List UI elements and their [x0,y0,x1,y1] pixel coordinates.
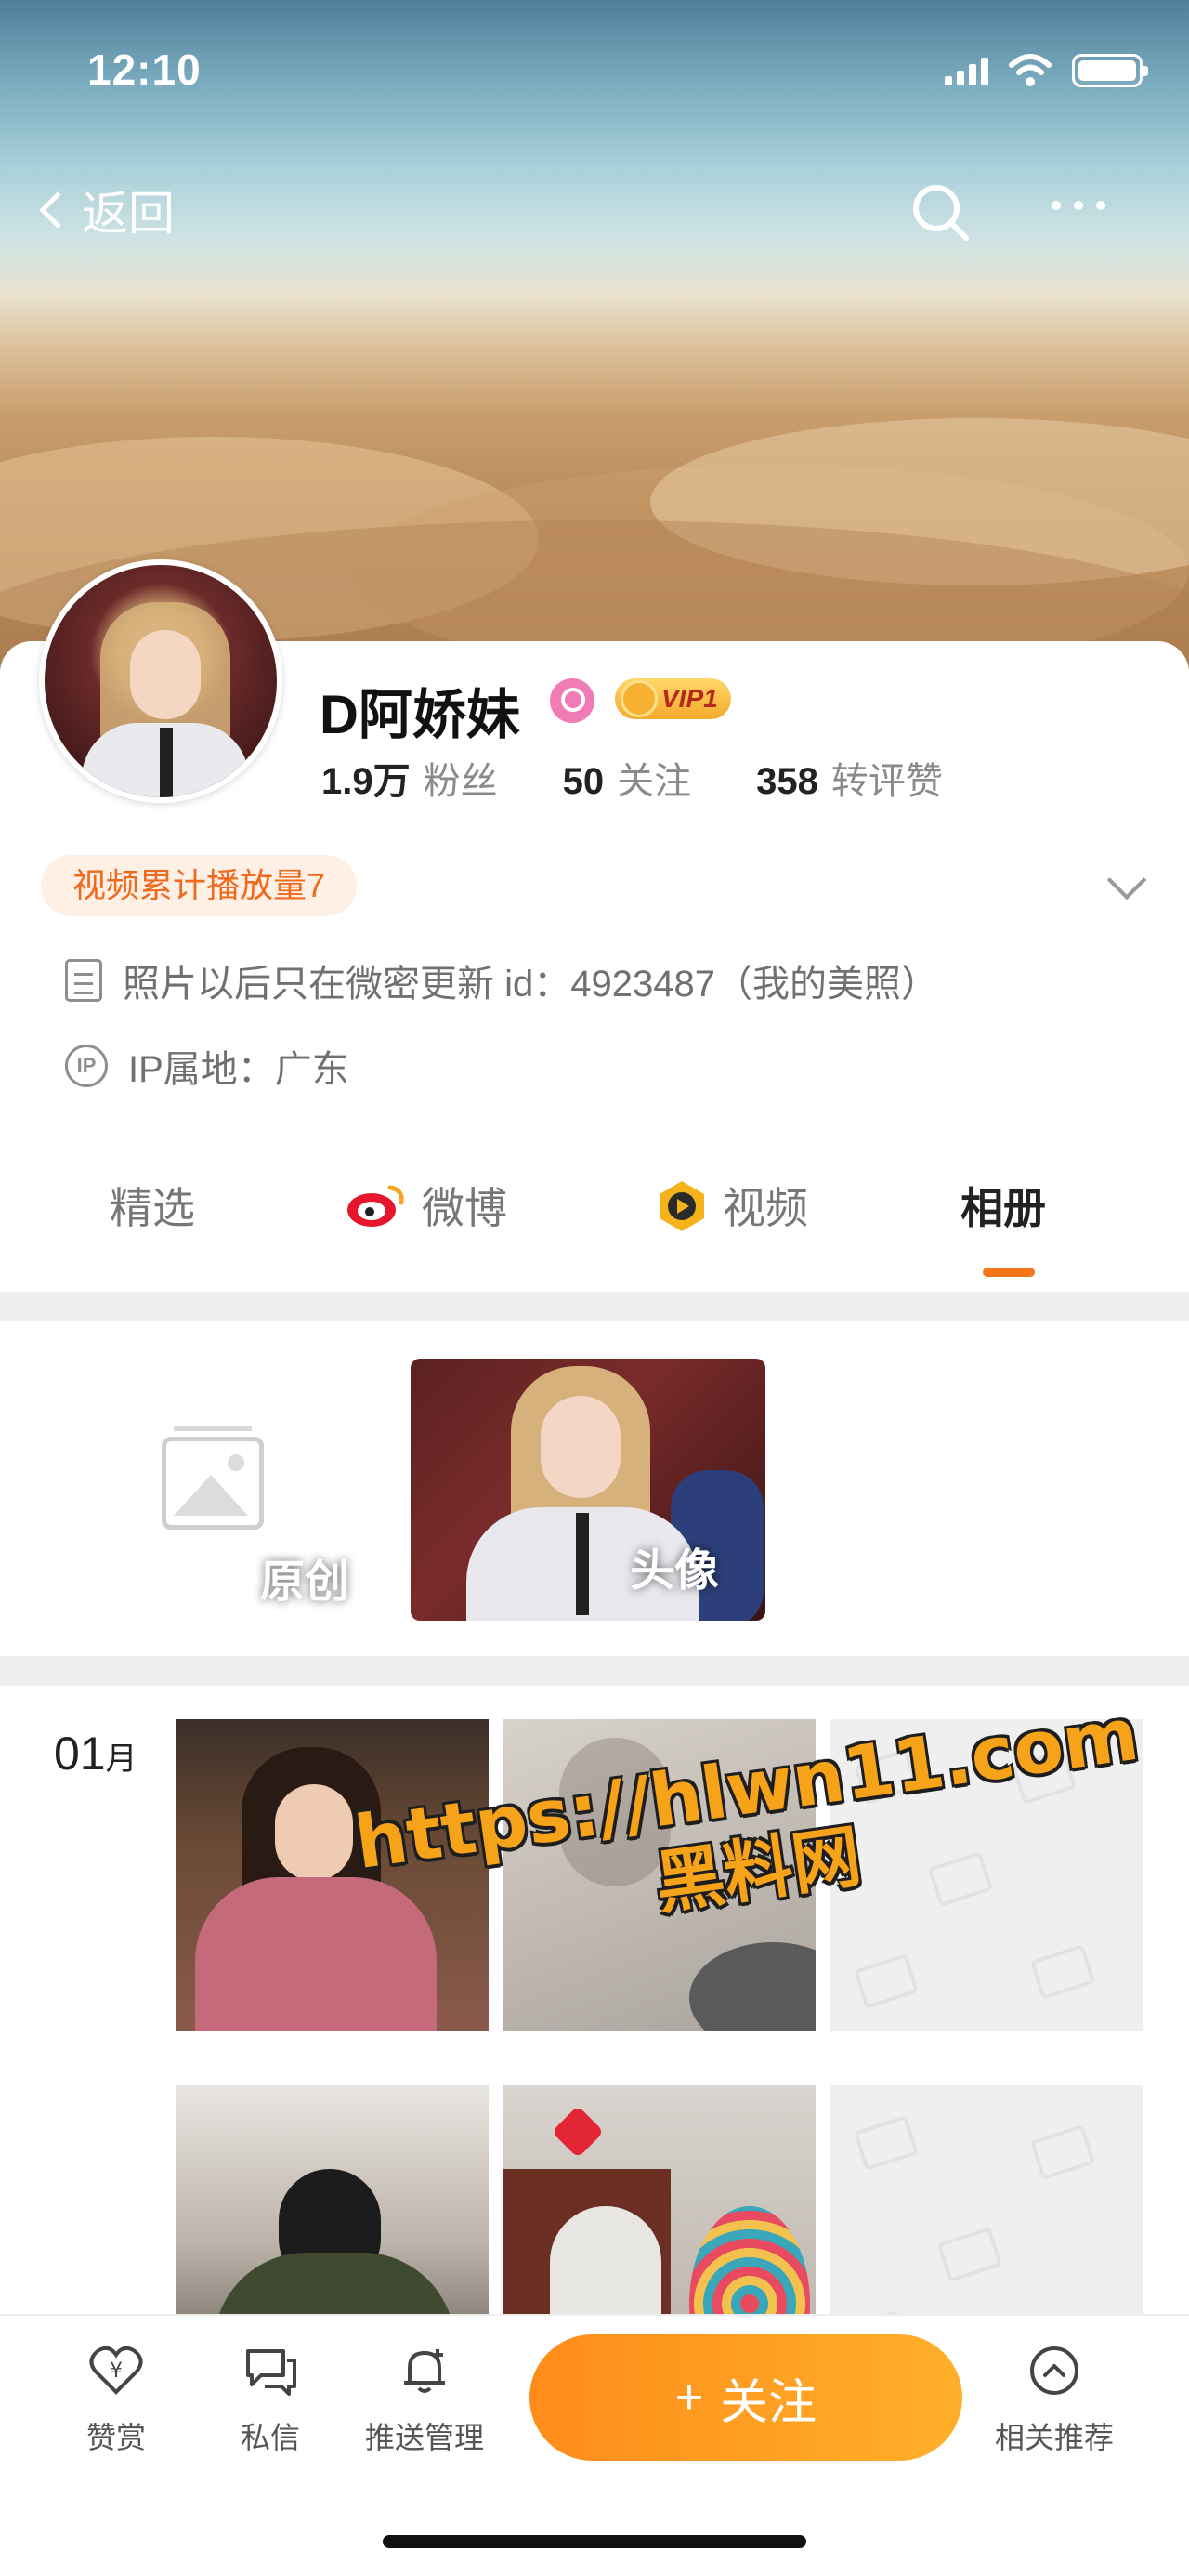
back-label: 返回 [82,188,175,240]
stat-label: 粉丝 [423,761,498,802]
follow-button[interactable]: + 关注 [529,2334,962,2461]
album-label: 头像 [630,1546,720,1596]
tab-label: 精选 [110,1184,195,1232]
crown-icon [621,680,658,717]
tab-video[interactable]: 视频 [654,1175,808,1236]
photo-thumbnail[interactable] [176,1719,489,2031]
month-label: 01月 [54,1727,137,1781]
svg-text:¥: ¥ [110,2359,123,2383]
reward-button[interactable]: ¥ 赞赏 [46,2344,186,2457]
album-row: 原创 头像 [0,1321,1189,1656]
username: D阿娇妹 [320,685,520,745]
stat-value: 358 [756,761,818,802]
status-bar: 12:10 [0,0,1189,139]
stat-value: 50 [562,761,605,802]
tab-featured[interactable]: 精选 [110,1175,195,1236]
status-icons [945,54,1148,87]
weibo-icon [347,1185,404,1227]
more-options-icon[interactable] [1052,201,1105,210]
message-button[interactable]: 私信 [201,2344,340,2457]
stat-label: 关注 [617,761,692,802]
chevron-up-circle-icon [1030,2346,1078,2395]
battery-icon [1072,54,1148,87]
stat-following[interactable]: 50 关注 [563,751,692,805]
video-play-count-badge[interactable]: 视频累计播放量7 [41,855,358,916]
vip-label: VIP1 [661,684,718,713]
bottom-item-label: 相关推荐 [994,2421,1114,2454]
bio-text: 照片以后只在微密更新 id：4923487（我的美照） [123,964,938,1005]
ip-text: IP属地：广东 [128,1049,349,1090]
stat-value: 1.9万 [321,761,411,802]
profile-tabs: 精选 微博 视频 相册 [0,1143,1189,1282]
section-divider [0,1292,1189,1321]
bio-row: 照片以后只在微密更新 id：4923487（我的美照） [65,953,938,1007]
related-recommend-button[interactable]: 相关推荐 [985,2344,1124,2457]
tab-label: 相册 [960,1184,1046,1232]
avatar[interactable] [39,559,282,803]
bottom-item-label: 私信 [240,2421,300,2454]
female-gender-icon [550,678,594,723]
month-suffix: 月 [105,1741,137,1777]
photo-placeholder[interactable] [830,1719,1143,2031]
top-nav: 返回 [0,158,1189,260]
active-tab-indicator [983,1268,1035,1277]
profile-stats: 1.9万 粉丝 50 关注 358 转评赞 [321,751,1008,805]
status-time: 12:10 [87,46,202,94]
plus-icon: + [674,2371,704,2425]
follow-label: 关注 [720,2375,817,2430]
bottom-item-label: 推送管理 [364,2421,484,2454]
tab-album[interactable]: 相册 [960,1175,1046,1236]
wifi-icon [1009,54,1052,86]
stat-label: 转评赞 [830,761,943,802]
album-avatar[interactable]: 头像 [411,1359,765,1621]
chat-icon [246,2349,296,2396]
tab-label: 微博 [422,1184,507,1232]
ip-row: IP IP属地：广东 [65,1039,349,1093]
chevron-left-icon [39,191,76,229]
album-original[interactable]: 原创 [139,1359,381,1621]
stat-interactions[interactable]: 358 转评赞 [756,751,943,805]
month-number: 01 [54,1728,106,1780]
search-icon[interactable] [908,180,973,245]
section-divider [0,1656,1189,1686]
document-icon [65,959,102,1002]
signal-icon [945,56,988,85]
vip-badge[interactable]: VIP1 [615,678,731,719]
album-label: 原创 [260,1557,350,1607]
stat-followers[interactable]: 1.9万 粉丝 [321,751,498,805]
video-play-icon [660,1181,704,1231]
tab-label: 视频 [723,1184,808,1232]
image-placeholder-icon [162,1426,264,1530]
bottom-item-label: 赞赏 [85,2421,146,2454]
push-settings-button[interactable]: 推送管理 [355,2344,494,2457]
home-indicator[interactable] [383,2535,806,2548]
heart-yen-icon: ¥ [89,2346,143,2395]
back-button[interactable]: 返回 [33,177,175,243]
photo-thumbnail[interactable] [503,1719,816,2031]
ip-location-icon: IP [65,1045,108,1087]
tab-weibo[interactable]: 微博 [344,1175,507,1236]
bell-icon [404,2349,445,2393]
